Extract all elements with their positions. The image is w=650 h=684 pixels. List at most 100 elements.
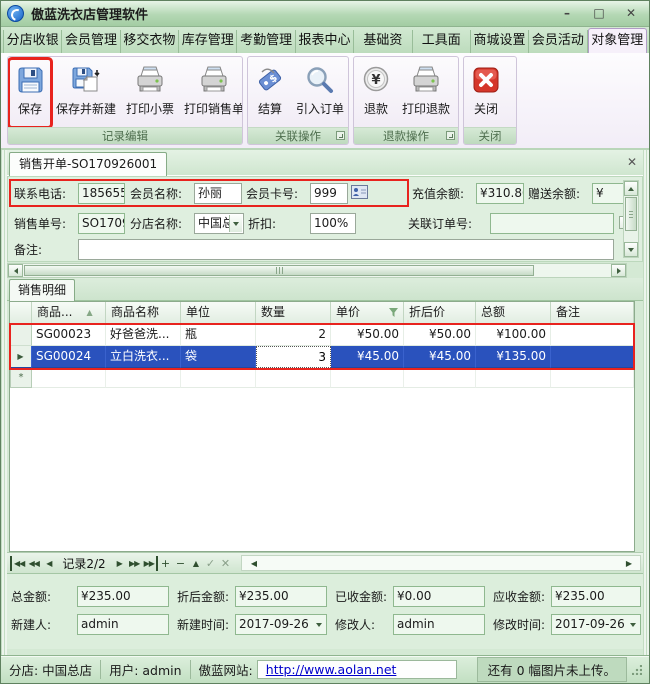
tab-attendance[interactable]: 考勤管理 bbox=[237, 30, 295, 53]
settle-label: 结算 bbox=[258, 100, 282, 117]
printer-icon bbox=[198, 64, 230, 96]
cell-unit-price[interactable]: ¥50.00 bbox=[331, 324, 404, 346]
nav-post-icon[interactable]: ✓ bbox=[203, 556, 218, 571]
scroll-down-icon[interactable] bbox=[624, 242, 638, 257]
tab-base-data[interactable]: 基础资 bbox=[354, 30, 412, 53]
remark-field[interactable] bbox=[78, 239, 614, 260]
creator-field: admin bbox=[77, 614, 169, 635]
close-button[interactable]: ✕ bbox=[619, 5, 643, 23]
modified-time-field[interactable]: 2017-09-26 bbox=[551, 614, 641, 635]
tab-report-center[interactable]: 报表中心 bbox=[296, 30, 354, 53]
tab-clothes-handover[interactable]: 移交衣物 bbox=[121, 30, 179, 53]
cell-product-name[interactable]: 好爸爸洗... bbox=[106, 324, 181, 346]
tab-member-management[interactable]: 会员管理 bbox=[62, 30, 120, 53]
chevron-down-icon[interactable] bbox=[229, 215, 242, 232]
chevron-down-icon[interactable] bbox=[626, 616, 639, 633]
column-header-unit-price[interactable]: 单价 bbox=[331, 302, 404, 324]
print-sales-order-button[interactable]: 打印销售单 bbox=[180, 60, 243, 126]
cell-unit-price[interactable]: ¥45.00 bbox=[331, 346, 404, 368]
scrollbar-thumb[interactable] bbox=[625, 197, 637, 231]
aolan-website-link[interactable]: http://www.aolan.net bbox=[266, 662, 397, 677]
new-row[interactable]: * bbox=[10, 368, 634, 388]
tab-member-activity[interactable]: 会员活动 bbox=[529, 30, 587, 53]
dialog-launcher-icon[interactable] bbox=[446, 131, 455, 140]
maximize-button[interactable]: □ bbox=[587, 5, 611, 23]
nav-next-page-icon[interactable]: ▶▶ bbox=[127, 556, 142, 571]
column-header-product-code[interactable]: 商品... ▲ bbox=[32, 302, 106, 324]
grid-horizontal-scrollbar[interactable]: ◀ ▶ bbox=[241, 555, 641, 571]
nav-cancel-icon[interactable]: ✕ bbox=[218, 556, 233, 571]
save-button[interactable]: 保存 bbox=[10, 60, 50, 126]
quantity-editor-cell[interactable]: 3 bbox=[256, 346, 331, 368]
tab-inventory[interactable]: 库存管理 bbox=[179, 30, 237, 53]
table-row-selected[interactable]: ▶ SG00024 立白洗衣... 袋 3 ¥45.00 ¥45.00 ¥135… bbox=[10, 346, 634, 368]
cell-product-code[interactable]: SG00023 bbox=[32, 324, 106, 346]
discount-field[interactable]: 100% bbox=[310, 213, 356, 234]
tab-mall-settings[interactable]: 商城设置 bbox=[471, 30, 529, 53]
save-and-new-button[interactable]: 保存并新建 bbox=[52, 60, 120, 126]
form-horizontal-scrollbar[interactable] bbox=[7, 263, 627, 278]
scroll-up-icon[interactable] bbox=[624, 181, 638, 196]
member-card-icon[interactable] bbox=[351, 185, 368, 199]
cell-discounted-price[interactable]: ¥50.00 bbox=[404, 324, 476, 346]
close-form-button[interactable]: 关闭 bbox=[466, 60, 506, 126]
document-tab-bar: 销售开单-SO170926001 ✕ bbox=[7, 150, 643, 176]
member-name-field[interactable]: 孙丽 bbox=[194, 183, 242, 204]
tab-object-management[interactable]: 对象管理 bbox=[588, 28, 647, 53]
branch-combo[interactable]: 中国总 bbox=[194, 213, 244, 234]
filter-icon[interactable] bbox=[389, 308, 398, 317]
document-tab-sales-order[interactable]: 销售开单-SO170926001 bbox=[9, 152, 167, 176]
tab-tools[interactable]: 工具面 bbox=[413, 30, 471, 53]
cell-total[interactable]: ¥100.00 bbox=[476, 324, 551, 346]
column-header-total[interactable]: 总额 bbox=[476, 302, 551, 324]
scroll-right-icon[interactable] bbox=[611, 264, 626, 277]
import-order-button[interactable]: 引入订单 bbox=[292, 60, 348, 126]
member-card-field[interactable]: 999 bbox=[310, 183, 348, 204]
column-header-quantity[interactable]: 数量 bbox=[256, 302, 331, 324]
nav-last-icon[interactable]: ▶▶ bbox=[142, 556, 158, 571]
scrollbar-thumb[interactable] bbox=[24, 265, 534, 276]
scroll-right-icon[interactable]: ▶ bbox=[621, 556, 636, 571]
settle-button[interactable]: $ 结算 bbox=[250, 60, 290, 126]
cell-unit[interactable]: 袋 bbox=[181, 346, 256, 368]
created-time-field[interactable]: 2017-09-26 bbox=[235, 614, 327, 635]
tab-branch-cashier[interactable]: 分店收银 bbox=[3, 30, 62, 53]
dialog-launcher-icon[interactable] bbox=[336, 131, 345, 140]
nav-delete-icon[interactable]: − bbox=[173, 556, 188, 571]
phone-field[interactable]: 1856559 bbox=[78, 183, 125, 204]
cell-remark[interactable] bbox=[551, 324, 634, 346]
related-order-field[interactable] bbox=[490, 213, 614, 234]
cell-discounted-price[interactable]: ¥45.00 bbox=[404, 346, 476, 368]
cell-product-code[interactable]: SG00024 bbox=[32, 346, 106, 368]
cell-remark[interactable] bbox=[551, 346, 634, 368]
nav-prev-page-icon[interactable]: ◀◀ bbox=[26, 556, 41, 571]
minimize-button[interactable]: – bbox=[555, 5, 579, 23]
chevron-down-icon[interactable] bbox=[312, 616, 325, 633]
nav-edit-icon[interactable]: ▲ bbox=[188, 556, 203, 571]
cell-product-name[interactable]: 立白洗衣... bbox=[106, 346, 181, 368]
print-refund-button[interactable]: 打印退款 bbox=[398, 60, 454, 126]
refund-button[interactable]: ¥ 退款 bbox=[356, 60, 396, 126]
printer-icon bbox=[410, 64, 442, 96]
status-bar: 分店: 中国总店 用户: admin 傲蓝网站: http://www.aola… bbox=[1, 655, 649, 683]
scroll-left-icon[interactable] bbox=[8, 264, 23, 277]
column-header-discounted-price[interactable]: 折后价 bbox=[404, 302, 476, 324]
cell-total[interactable]: ¥135.00 bbox=[476, 346, 551, 368]
nav-first-icon[interactable]: ◀◀ bbox=[10, 556, 26, 571]
table-row[interactable]: SG00023 好爸爸洗... 瓶 2 ¥50.00 ¥50.00 ¥100.0… bbox=[10, 324, 634, 346]
cell-quantity[interactable]: 2 bbox=[256, 324, 331, 346]
column-header-remark[interactable]: 备注 bbox=[551, 302, 634, 324]
form-vertical-scrollbar[interactable] bbox=[623, 180, 639, 258]
column-header-product-name[interactable]: 商品名称 bbox=[106, 302, 181, 324]
print-receipt-button[interactable]: 打印小票 bbox=[122, 60, 178, 126]
receivable-amount-field: ¥235.00 bbox=[551, 586, 641, 607]
resize-grip-icon[interactable] bbox=[630, 663, 643, 676]
tab-sales-detail[interactable]: 销售明细 bbox=[9, 279, 75, 301]
scroll-left-icon[interactable]: ◀ bbox=[246, 556, 261, 571]
nav-next-icon[interactable]: ▶ bbox=[112, 556, 127, 571]
document-close-icon[interactable]: ✕ bbox=[627, 155, 637, 169]
column-header-unit[interactable]: 单位 bbox=[181, 302, 256, 324]
nav-prev-icon[interactable]: ◀ bbox=[41, 556, 56, 571]
nav-append-icon[interactable]: + bbox=[158, 556, 173, 571]
cell-unit[interactable]: 瓶 bbox=[181, 324, 256, 346]
